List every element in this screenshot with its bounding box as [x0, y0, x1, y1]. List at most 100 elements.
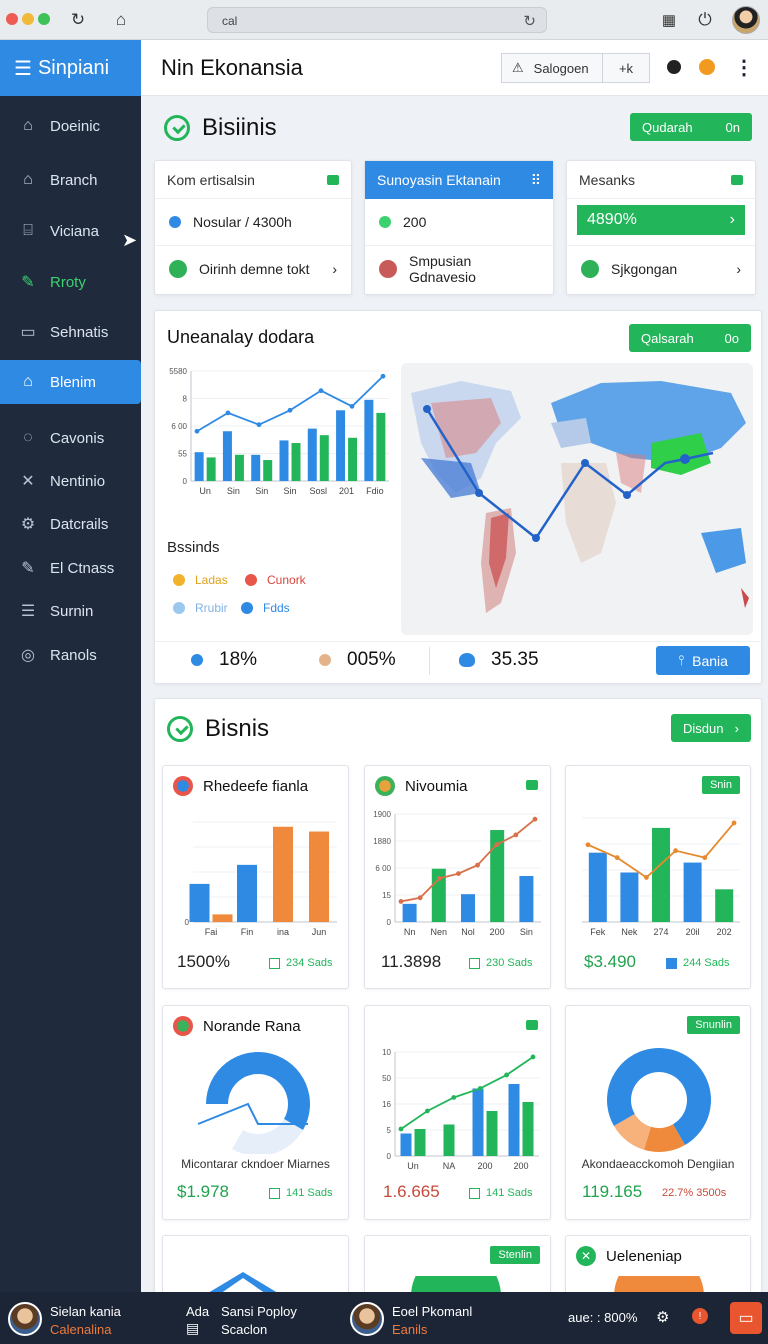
badge-icon	[327, 174, 339, 185]
chart-card[interactable]: Rhedeefe fianla 0 Fai Fin ina Jun 1500% 234 …	[162, 765, 349, 989]
card-row-text: Oirinh demne tokt	[199, 260, 310, 277]
power-icon[interactable]: ⏻	[694, 9, 716, 31]
reload-icon[interactable]: ↻	[67, 9, 89, 31]
browser-toolbar: ↻ ⌂ cal ↻ ▦ ⏻	[0, 0, 768, 40]
maximize-window-button[interactable]	[38, 13, 50, 25]
line-point	[398, 1126, 404, 1132]
bar	[263, 460, 273, 481]
user-avatar[interactable]	[350, 1302, 384, 1336]
chart-card-badge[interactable]: Snunlin	[687, 1016, 740, 1034]
chart-card[interactable]: ✕ Ueleneniap	[565, 1235, 751, 1295]
bar	[273, 826, 293, 922]
keyboard-icon[interactable]: ▤	[186, 1320, 199, 1337]
gear-icon[interactable]: ⚙	[656, 1308, 669, 1326]
heart-icon	[379, 216, 391, 228]
y-tick-label: 16	[382, 1100, 391, 1109]
legend-item[interactable]: Cunork	[245, 573, 306, 587]
chart-card-badge[interactable]: Stenlin	[490, 1246, 540, 1264]
more-options-icon[interactable]: ⋮	[733, 56, 755, 79]
sidebar-item-el-ctnass[interactable]: ✎ El Ctnass	[0, 546, 141, 590]
x-tick-label: NA	[443, 1161, 456, 1171]
chat-button[interactable]: ▭	[730, 1302, 762, 1334]
bar	[461, 894, 475, 922]
chart-card[interactable]: Stenlin	[364, 1235, 551, 1295]
chart-card-title-text: Norande Rana	[203, 1017, 301, 1035]
notification-icon[interactable]: !	[692, 1308, 708, 1324]
line-point	[494, 842, 500, 847]
minimize-window-button[interactable]	[22, 13, 34, 25]
square-icon: ▭	[20, 324, 36, 341]
menu-icon[interactable]: ☰	[14, 56, 32, 81]
bomb-icon[interactable]	[663, 56, 685, 78]
sidebar-item-datcrails[interactable]: ⚙ Datcrails	[0, 502, 141, 546]
refresh-icon[interactable]: ↻	[523, 12, 536, 30]
sidebar-item-ranols[interactable]: ◎ Ranols	[0, 633, 141, 677]
close-icon: ✕	[576, 1246, 596, 1266]
summary-card[interactable]: Mesanks 4890% › Sjkgongan ›	[566, 160, 756, 295]
line-point	[585, 842, 591, 848]
sidebar-item-rroty[interactable]: ✎ Rroty	[0, 260, 141, 304]
add-button[interactable]: +k	[602, 53, 650, 83]
chart-card[interactable]: Snunlin Akondaeacckomoh Dengiian 119.165…	[565, 1005, 751, 1220]
profile-avatar[interactable]	[732, 6, 760, 34]
chart-card-badge[interactable]: Snin	[701, 776, 740, 794]
sidebar-item-label: Nentinio	[50, 472, 106, 490]
close-window-button[interactable]	[6, 13, 18, 25]
card-link-row[interactable]: Sjkgongan ›	[567, 245, 755, 291]
line-point	[530, 1054, 536, 1060]
card-title: Kom ertisalsin	[167, 171, 255, 188]
page-title: Nin Ekonansia	[161, 55, 303, 80]
line-point	[475, 862, 480, 868]
panel-action-button[interactable]: Qalsarah 0o	[629, 324, 751, 352]
chart-card-sub: 230 Sads	[469, 957, 532, 969]
home-icon[interactable]: ⌂	[110, 9, 132, 31]
sidebar-item-sehnatis[interactable]: ▭ Sehnatis	[0, 310, 141, 354]
panel-bar-chart: 5580 8 6 00 55 0 Un Sin Sin Sin Sosl 201 Fdio	[169, 367, 389, 496]
bar	[715, 889, 734, 922]
sidebar-item-nentinio[interactable]: ✕ Nentinio	[0, 459, 141, 503]
sidebar-item-blenim[interactable]: ⌂ Blenim	[0, 360, 141, 404]
address-bar[interactable]: cal ↻	[207, 7, 547, 33]
sidebar-item-branch[interactable]: ⌂ Branch	[0, 158, 141, 202]
sidebar-item-label: Blenim	[50, 373, 96, 391]
card-link-row[interactable]: Oirinh demne tokt ›	[155, 245, 351, 291]
section-action-button[interactable]: Qudarah 0n	[630, 113, 752, 141]
calendar-icon[interactable]: ▦	[658, 9, 680, 31]
mid-subtitle: Scaclon	[221, 1322, 268, 1337]
legend-item[interactable]: Fdds	[241, 601, 290, 615]
summary-card[interactable]: Sunoyasin Ektanain ⠿ 200 Smpusian Gdnaves…	[364, 160, 554, 295]
x-tick-label: Fdio	[366, 486, 384, 496]
chart-card[interactable]: Norande Rana Micontarar ckndoer Miarnes …	[162, 1005, 349, 1220]
highlight-bar[interactable]: 4890% ›	[577, 205, 745, 235]
x-tick-label: Nn	[404, 927, 416, 937]
user-avatar[interactable]	[8, 1302, 42, 1336]
sidebar-item-cavonis[interactable]: ◌ Cavonis	[0, 416, 141, 460]
cloud-icon	[459, 653, 475, 667]
panel-primary-button[interactable]: ⫯ Bania	[656, 646, 750, 675]
chart-card[interactable]: Snin Fek Nek 274 20il 202 $3.490 244 Sads	[565, 765, 751, 989]
sidebar-item-viciana[interactable]: ⌸ Viciana	[0, 209, 141, 253]
sidebar-brand[interactable]: ☰ Sinpiani	[0, 40, 141, 96]
header-action-button[interactable]: ⚠ Salogoen	[501, 53, 603, 83]
sidebar-item-doeinic[interactable]: ⌂ Doeinic	[0, 104, 141, 148]
stat-item: 35.35	[459, 649, 539, 671]
chart-card[interactable]: 10 50 16 5 0 Un NA 200 200 1.6.665 141 Sads	[364, 1005, 551, 1220]
x-tick-label: Jun	[312, 927, 327, 937]
circle-icon: ◌	[23, 429, 33, 446]
lightbulb-icon[interactable]	[696, 56, 718, 78]
chart	[197, 1052, 310, 1154]
legend-item[interactable]: Rrubir	[173, 601, 228, 615]
bar	[443, 1124, 455, 1156]
sidebar-item-surnin[interactable]: ☰ Surnin	[0, 589, 141, 633]
checkbox-icon	[469, 1187, 480, 1199]
business-section: Bisnis Disdun › Rhedeefe fianla 0 Fai Fin i…	[154, 698, 762, 1298]
section-action-button[interactable]: Disdun ›	[671, 714, 751, 742]
legend-item[interactable]: Ladas	[173, 573, 228, 587]
chart-card-title: ✕ Ueleneniap	[576, 1246, 682, 1266]
grid-icon: ⠿	[530, 171, 541, 188]
chart-card-value: 1.6.665	[383, 1182, 440, 1201]
summary-card[interactable]: Kom ertisalsin Nosular / 4300h Oirinh de…	[154, 160, 352, 295]
y-tick-label: 55	[178, 450, 187, 459]
chart-card[interactable]	[162, 1235, 349, 1295]
chart-card[interactable]: Nivoumia 1900 1880 6 00 15 0 Nn Nen Nol 200 Sin 1…	[364, 765, 551, 989]
